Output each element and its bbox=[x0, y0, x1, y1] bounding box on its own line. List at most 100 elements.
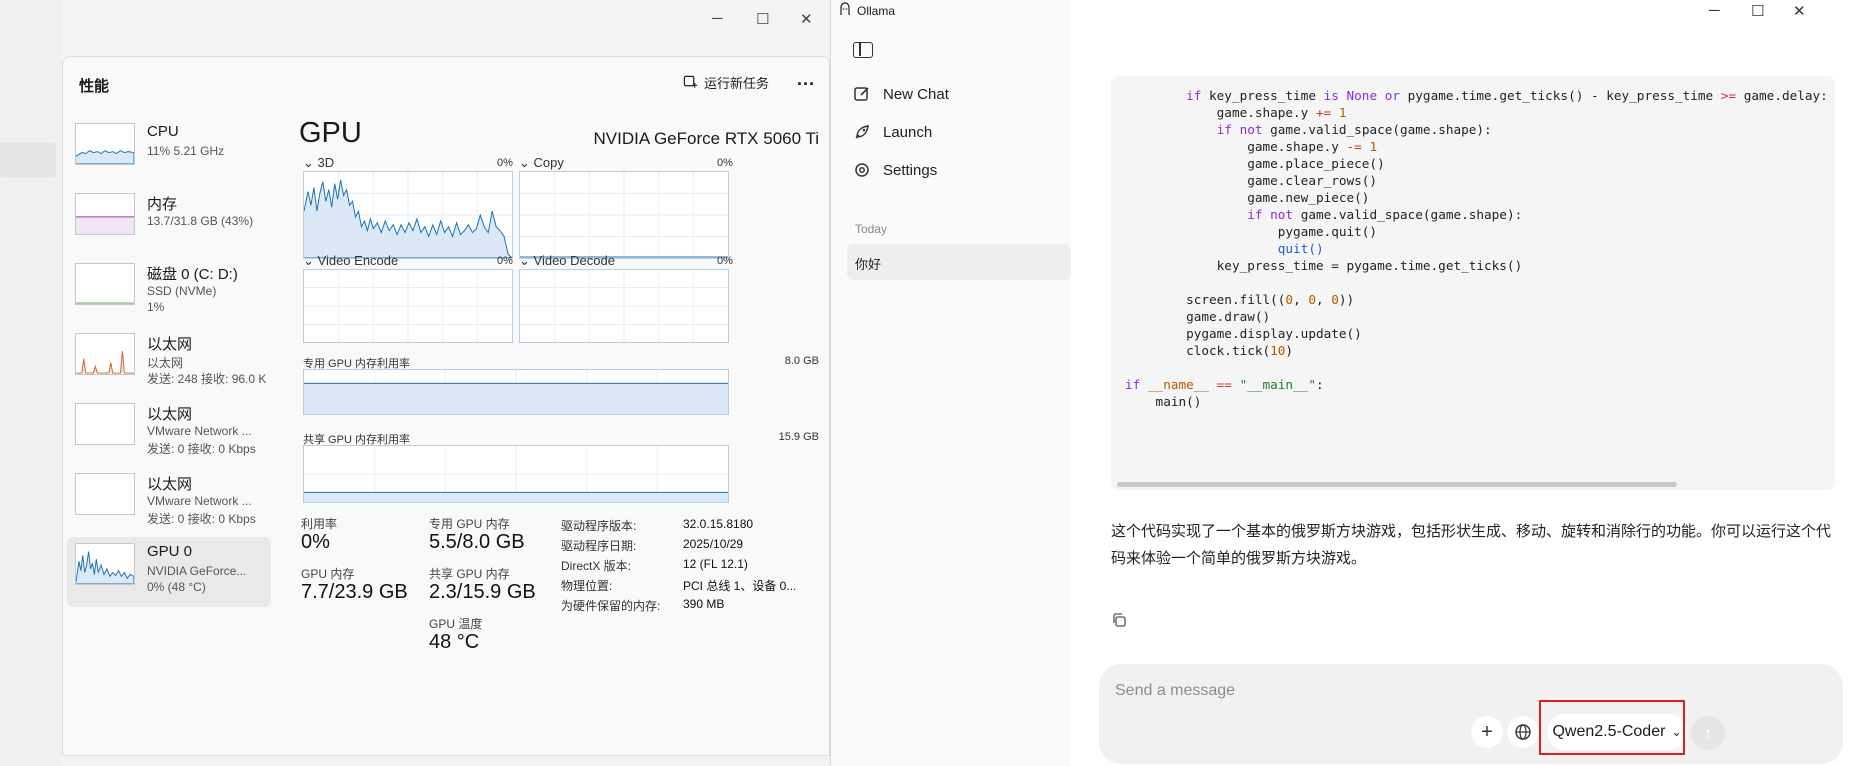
resource-detail-2: 发送: 248 接收: 96.0 K bbox=[147, 372, 267, 386]
resource-detail-2: 1% bbox=[147, 300, 165, 314]
resource-name: 以太网 bbox=[147, 336, 193, 353]
gpu-sparkline bbox=[75, 543, 135, 585]
memory-sparkline bbox=[75, 193, 135, 235]
assistant-message: 这个代码实现了一个基本的俄罗斯方块游戏，包括形状生成、移动、旋转和消除行的功能。… bbox=[1111, 523, 1832, 567]
performance-panel: 性能 运行新任务 ... CPU 11% 5.21 GHz 内存 13.7/31… bbox=[62, 56, 830, 756]
gpu-model: NVIDIA GeForce RTX 5060 Ti bbox=[593, 129, 820, 148]
resource-name: 磁盘 0 (C: D:) bbox=[147, 266, 238, 283]
task-manager-nav-rail bbox=[0, 0, 62, 766]
disk-sparkline bbox=[75, 263, 135, 305]
minimize-icon[interactable]: ─ bbox=[1709, 2, 1720, 19]
code-line: clock.tick(10) bbox=[1125, 343, 1294, 358]
code-content: if key_press_time is None or pygame.time… bbox=[1125, 86, 1828, 409]
ollama-titlebar: Ollama bbox=[839, 2, 895, 19]
page-title: 性能 bbox=[79, 78, 110, 95]
resource-item-ethernet-1[interactable]: 以太网 以太网 发送: 248 接收: 96.0 K bbox=[67, 327, 271, 397]
code-line: if __name__ == "__main__": bbox=[1125, 377, 1324, 392]
utilization-label: 利用率 bbox=[301, 517, 338, 531]
reserved-memory-label: 为硬件保留的内存: bbox=[561, 599, 661, 613]
rocket-icon bbox=[853, 123, 871, 141]
physical-location-label: 物理位置: bbox=[561, 579, 613, 593]
physical-location-value: PCI 总线 1、设备 0... bbox=[683, 579, 797, 593]
add-attachment-button[interactable]: + bbox=[1471, 716, 1503, 748]
nav-selected-item[interactable] bbox=[0, 142, 56, 178]
engine-pct: 0% bbox=[717, 157, 733, 169]
resource-detail: 13.7/31.8 GB (43%) bbox=[147, 214, 254, 228]
resource-item-ethernet-3[interactable]: 以太网 VMware Network ... 发送: 0 接收: 0 Kbps bbox=[67, 467, 271, 537]
more-options-icon[interactable]: ... bbox=[797, 69, 815, 90]
new-chat-button[interactable]: New Chat bbox=[853, 80, 949, 108]
resource-detail-2: 发送: 0 接收: 0 Kbps bbox=[147, 512, 256, 526]
engine-copy-chart bbox=[519, 171, 729, 259]
code-block: if key_press_time is None or pygame.time… bbox=[1111, 76, 1835, 490]
shared-memory-chart bbox=[303, 445, 729, 503]
launch-button[interactable]: Launch bbox=[853, 118, 932, 146]
run-new-task-button[interactable]: 运行新任务 bbox=[683, 73, 769, 92]
engine-video-decode-dropdown[interactable]: ⌄ Video Decode bbox=[519, 253, 615, 269]
chat-history-item[interactable]: 你好 bbox=[847, 244, 1071, 280]
code-line: main() bbox=[1125, 394, 1202, 409]
send-button[interactable]: ↑ bbox=[1691, 716, 1725, 750]
resource-detail: VMware Network ... bbox=[147, 494, 252, 508]
resource-item-ethernet-2[interactable]: 以太网 VMware Network ... 发送: 0 接收: 0 Kbps bbox=[67, 397, 271, 467]
directx-version-value: 12 (FL 12.1) bbox=[683, 557, 748, 571]
code-line: game.new_piece() bbox=[1125, 190, 1370, 205]
resource-list: CPU 11% 5.21 GHz 内存 13.7/31.8 GB (43%) 磁… bbox=[67, 117, 271, 607]
app-title: Ollama bbox=[857, 3, 896, 18]
code-line: pygame.quit() bbox=[1125, 224, 1378, 239]
code-line: game.shape.y -= 1 bbox=[1125, 139, 1378, 154]
gpu-memory-label: GPU 内存 bbox=[301, 567, 355, 581]
ollama-window: Ollama New Chat Launch Settings Today 你好… bbox=[830, 0, 1850, 766]
resource-detail: 11% 5.21 GHz bbox=[147, 144, 225, 158]
code-line: key_press_time = pygame.time.get_ticks() bbox=[1125, 258, 1523, 273]
code-line: screen.fill((0, 0, 0)) bbox=[1125, 292, 1355, 307]
code-line: if key_press_time is None or pygame.time… bbox=[1186, 88, 1828, 103]
code-horizontal-scrollbar[interactable] bbox=[1117, 482, 1677, 487]
resource-detail: SSD (NVMe) bbox=[147, 284, 217, 298]
sidebar-toggle-icon[interactable] bbox=[853, 42, 873, 58]
cpu-sparkline bbox=[75, 123, 135, 165]
driver-date-value: 2025/10/29 bbox=[683, 537, 744, 551]
resource-detail: NVIDIA GeForce... bbox=[147, 564, 247, 578]
code-line: game.draw() bbox=[1125, 309, 1271, 324]
engine-pct: 0% bbox=[497, 255, 513, 267]
resource-item-disk[interactable]: 磁盘 0 (C: D:) SSD (NVMe) 1% bbox=[67, 257, 271, 327]
web-search-button[interactable] bbox=[1507, 716, 1539, 748]
gpu-title: GPU bbox=[299, 117, 362, 149]
resource-item-memory[interactable]: 内存 13.7/31.8 GB (43%) bbox=[67, 187, 271, 257]
engine-copy-dropdown[interactable]: ⌄ Copy bbox=[519, 155, 564, 171]
arrow-up-icon: ↑ bbox=[1703, 722, 1713, 743]
driver-date-label: 驱动程序日期: bbox=[561, 539, 637, 553]
performance-header: 性能 运行新任务 ... bbox=[63, 57, 831, 109]
close-icon[interactable]: ✕ bbox=[800, 10, 813, 28]
resource-name: 内存 bbox=[147, 196, 178, 213]
new-chat-label: New Chat bbox=[883, 85, 949, 103]
resource-detail-2: 0% (48 °C) bbox=[147, 580, 206, 594]
resource-item-gpu[interactable]: GPU 0 NVIDIA GeForce... 0% (48 °C) bbox=[67, 537, 271, 607]
copy-icon[interactable] bbox=[1111, 612, 1127, 628]
run-task-icon bbox=[683, 75, 698, 88]
close-icon[interactable]: ✕ bbox=[1793, 2, 1806, 20]
dedicated-gpu-memory-value: 5.5/8.0 GB bbox=[429, 531, 525, 553]
settings-button[interactable]: Settings bbox=[853, 156, 937, 184]
maximize-icon[interactable]: ☐ bbox=[1751, 2, 1764, 20]
engine-3d-dropdown[interactable]: ⌄ 3D bbox=[303, 155, 334, 171]
launch-label: Launch bbox=[883, 123, 933, 141]
run-new-task-label: 运行新任务 bbox=[704, 76, 770, 91]
engine-video-encode-dropdown[interactable]: ⌄ Video Encode bbox=[303, 253, 398, 269]
ollama-sidebar: Ollama New Chat Launch Settings Today 你好 bbox=[831, 0, 1071, 766]
resource-name: 以太网 bbox=[147, 476, 193, 493]
resource-name: 以太网 bbox=[147, 406, 193, 423]
engine-name: Video Encode bbox=[317, 253, 399, 268]
resource-name: GPU 0 bbox=[147, 543, 193, 560]
resource-detail: VMware Network ... bbox=[147, 424, 252, 438]
shared-gpu-memory-label: 共享 GPU 内存 bbox=[429, 567, 510, 581]
maximize-icon[interactable]: ☐ bbox=[756, 10, 769, 28]
minimize-icon[interactable]: ─ bbox=[712, 10, 723, 27]
resource-item-cpu[interactable]: CPU 11% 5.21 GHz bbox=[67, 117, 271, 187]
dedicated-memory-chart bbox=[303, 369, 729, 415]
gpu-temperature-label: GPU 温度 bbox=[429, 617, 483, 631]
ethernet-sparkline bbox=[75, 403, 135, 445]
ollama-logo-icon bbox=[839, 2, 851, 19]
